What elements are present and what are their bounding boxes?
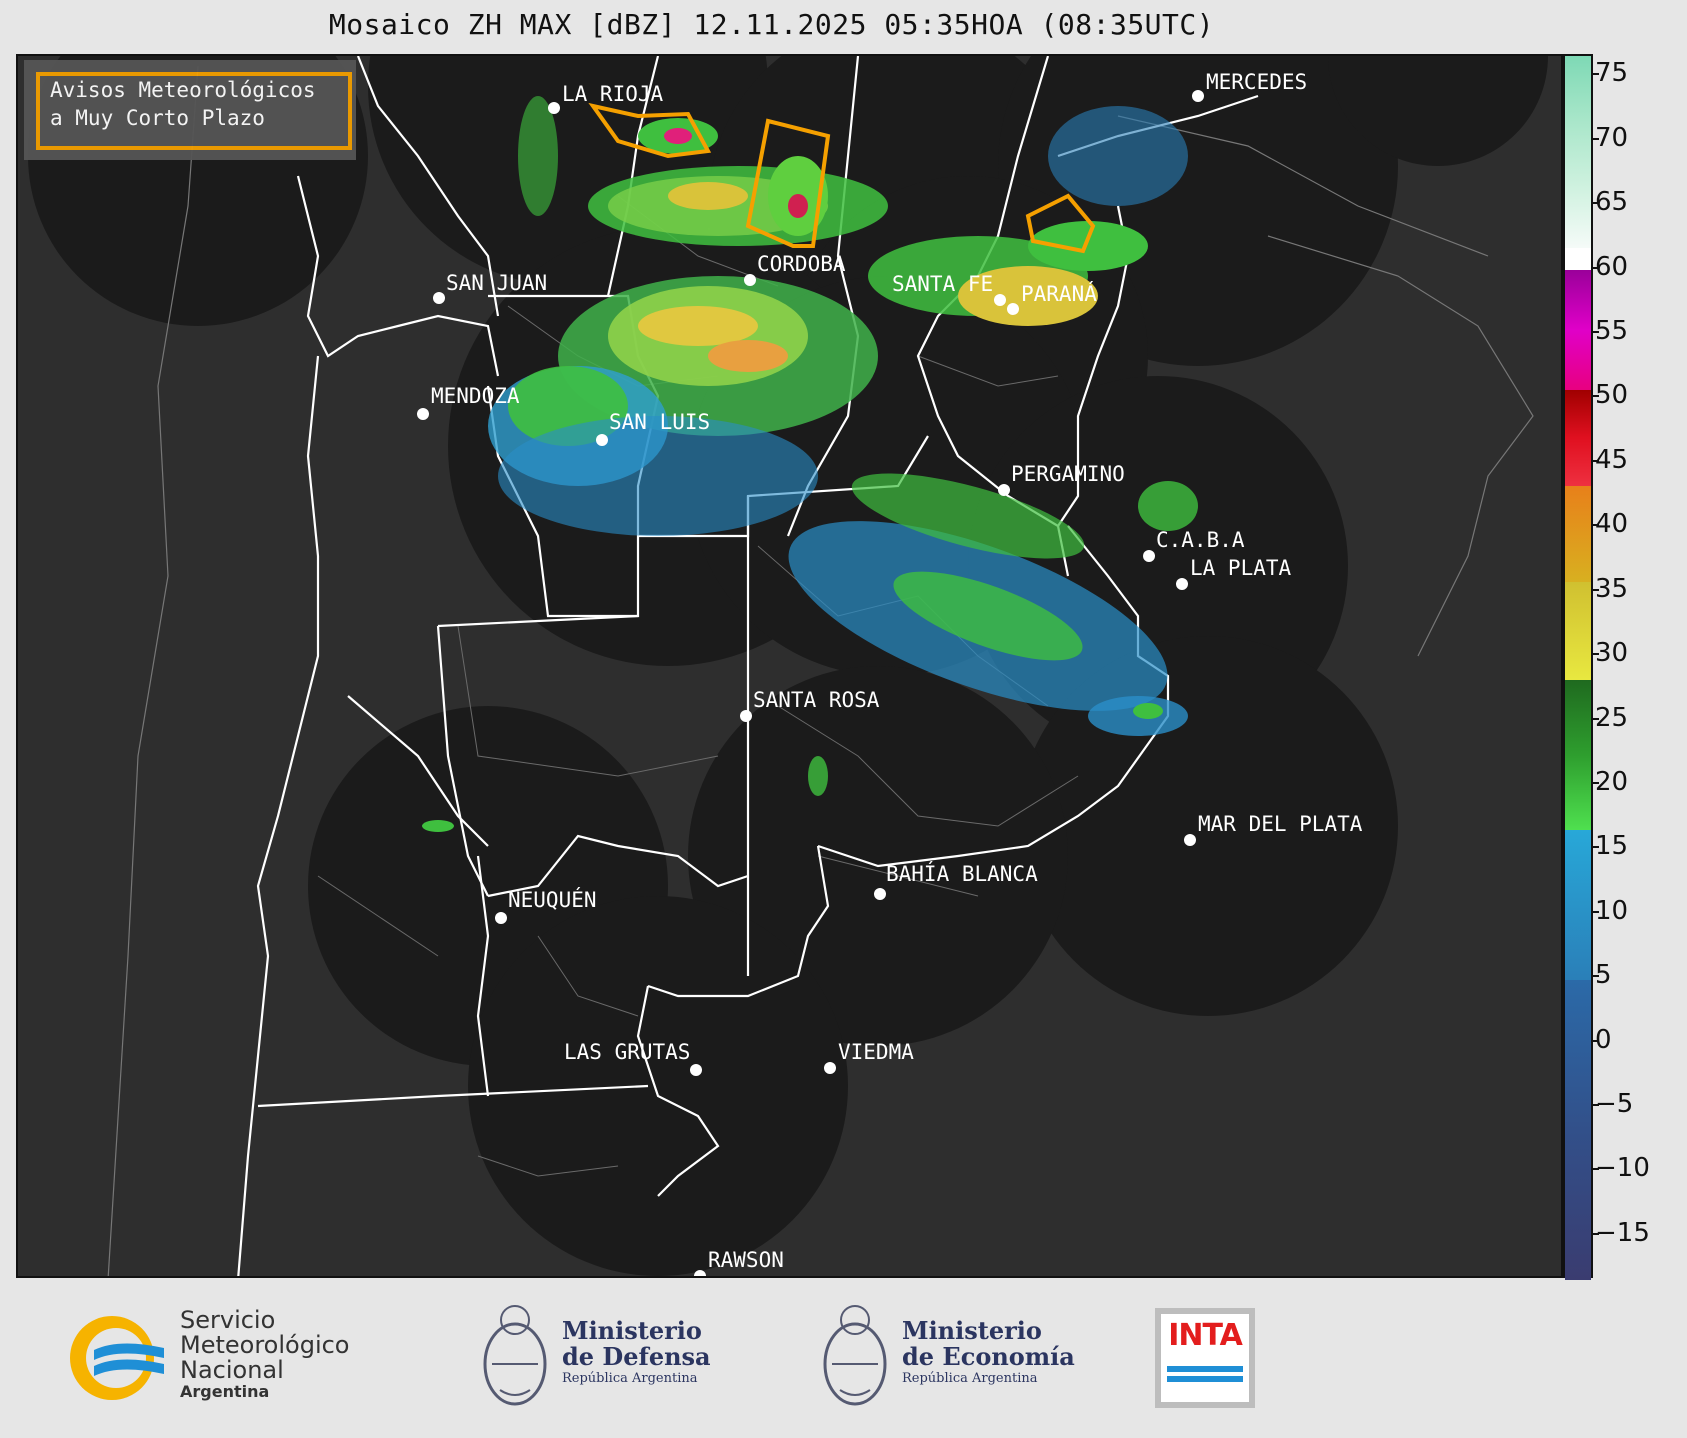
colorbar-tick-label: 0 <box>1591 1024 1612 1055</box>
city-label-la-plata: LA PLATA <box>1190 556 1292 580</box>
city-label-san-luis: SAN LUIS <box>609 410 711 434</box>
city-marker-san-luis[interactable] <box>596 434 608 446</box>
colorbar-tick-label: 5 <box>1591 960 1612 991</box>
city-label-bahia-blanca: BAHÍA BLANCA <box>886 862 1038 886</box>
smn-logo[interactable]: Servicio Meteorológico Nacional Argentin… <box>64 1308 384 1408</box>
city-label-las-grutas: LAS GRUTAS <box>564 1040 691 1064</box>
footer-logos: Servicio Meteorológico Nacional Argentin… <box>0 1280 1687 1438</box>
colorbar-tick-label: 35 <box>1590 573 1629 604</box>
city-label-santa-rosa: SANTA ROSA <box>753 688 880 712</box>
colorbar-tick-label: 40 <box>1590 509 1629 540</box>
smn-name-line1: Servicio <box>180 1306 276 1334</box>
colorbar-band <box>1565 184 1591 248</box>
colorbar-band <box>1565 390 1591 486</box>
city-marker-la-plata[interactable] <box>1176 578 1188 590</box>
colorbar-tick-label: 75 <box>1590 58 1629 89</box>
city-label-mendoza: MENDOZA <box>431 384 520 408</box>
colorbar-band <box>1565 680 1591 830</box>
coat-of-arms-icon <box>483 1305 547 1406</box>
colorbar-tick-label: −5 <box>1590 1089 1634 1120</box>
colorbar-tick-label: −10 <box>1591 1153 1650 1184</box>
city-marker-las-grutas[interactable] <box>690 1064 702 1076</box>
city-label-parana: PARANÁ <box>1021 282 1097 306</box>
ministerio-defensa-logo[interactable]: Ministerio de Defensa República Argentin… <box>480 1300 740 1420</box>
city-label-mercedes: MERCEDES <box>1206 70 1308 94</box>
city-label-caba: C.A.B.A <box>1156 528 1245 552</box>
economia-line1: Ministerio <box>902 1316 1042 1345</box>
colorbar-tick-label: 15 <box>1590 831 1629 862</box>
city-label-neuquen: NEUQUÉN <box>508 888 597 912</box>
city-marker-la-rioja[interactable] <box>548 102 560 114</box>
smn-name-line3: Nacional <box>180 1356 284 1384</box>
colorbar-tick-label: 70 <box>1590 122 1629 153</box>
city-marker-pergamino[interactable] <box>998 484 1010 496</box>
economia-line2: de Economía <box>902 1342 1075 1371</box>
smn-name-line2: Meteorológico <box>180 1331 350 1359</box>
dbz-colorbar <box>1563 54 1593 1280</box>
city-marker-parana[interactable] <box>1007 303 1019 315</box>
colorbar-tick-label: −15 <box>1591 1217 1650 1248</box>
map-title: Mosaico ZH MAX [dBZ] 12.11.2025 05:35HOA… <box>328 8 1215 41</box>
colorbar-band <box>1565 980 1591 1280</box>
colorbar-band <box>1565 486 1591 582</box>
city-marker-rawson[interactable] <box>694 1270 706 1276</box>
defensa-line3: República Argentina <box>562 1371 698 1386</box>
smn-emblem-icon <box>70 1316 164 1400</box>
city-marker-santa-fe[interactable] <box>994 294 1006 306</box>
city-marker-santa-rosa[interactable] <box>740 710 752 722</box>
colorbar-tick-label: 10 <box>1590 895 1629 926</box>
city-marker-viedma[interactable] <box>824 1062 836 1074</box>
city-label-santa-fe: SANTA FE <box>892 272 994 296</box>
radar-map[interactable]: Avisos Meteorológicos a Muy Corto Plazo … <box>16 54 1563 1278</box>
smn-name-line4: Argentina <box>180 1382 270 1401</box>
colorbar-band <box>1565 120 1591 184</box>
city-label-cordoba: CORDOBA <box>757 252 846 276</box>
city-marker-caba[interactable] <box>1143 550 1155 562</box>
city-label-rawson: RAWSON <box>708 1248 784 1272</box>
colorbar-tick-label: 20 <box>1590 766 1629 797</box>
city-marker-mercedes[interactable] <box>1192 90 1204 102</box>
city-label-san-juan: SAN JUAN <box>446 271 548 295</box>
colorbar-band <box>1565 582 1591 680</box>
city-marker-bahia-blanca[interactable] <box>874 888 886 900</box>
coat-of-arms-icon <box>823 1305 887 1406</box>
city-label-mar-del-plata: MAR DEL PLATA <box>1198 812 1363 836</box>
warning-legend: Avisos Meteorológicos a Muy Corto Plazo <box>24 60 356 160</box>
colorbar-band <box>1565 248 1591 270</box>
city-marker-mar-del-plata[interactable] <box>1184 834 1196 846</box>
colorbar-tick-label: 55 <box>1590 316 1629 346</box>
city-label-la-rioja: LA RIOJA <box>562 82 664 106</box>
city-marker-san-juan[interactable] <box>433 292 445 304</box>
colorbar-tick-label: 25 <box>1590 702 1629 733</box>
defensa-line2: de Defensa <box>562 1342 711 1371</box>
city-marker-neuquen[interactable] <box>495 912 507 924</box>
inta-label: INTA <box>1168 1318 1243 1353</box>
economia-line3: República Argentina <box>902 1371 1038 1386</box>
colorbar-tick-label: 50 <box>1590 380 1629 411</box>
colorbar-tick-label: 60 <box>1590 251 1629 282</box>
radar-map-canvas <box>28 56 1548 1276</box>
colorbar-band <box>1565 830 1591 980</box>
colorbar-tick-label: 30 <box>1590 638 1629 669</box>
colorbar-band <box>1565 270 1591 390</box>
inta-logo[interactable]: INTA <box>1155 1308 1255 1408</box>
city-label-viedma: VIEDMA <box>838 1040 914 1064</box>
city-marker-mendoza[interactable] <box>417 408 429 420</box>
colorbar-tick-label: 45 <box>1590 444 1629 475</box>
defensa-line1: Ministerio <box>562 1316 702 1345</box>
warning-legend-line2: a Muy Corto Plazo <box>50 106 265 130</box>
city-label-pergamino: PERGAMINO <box>1011 462 1125 486</box>
warning-legend-line1: Avisos Meteorológicos <box>50 78 316 102</box>
colorbar-tick-label: 65 <box>1590 187 1629 218</box>
city-marker-cordoba[interactable] <box>744 274 756 286</box>
warning-legend-frame: Avisos Meteorológicos a Muy Corto Plazo <box>36 72 352 150</box>
colorbar-band <box>1565 56 1591 120</box>
ministerio-economia-logo[interactable]: Ministerio de Economía República Argenti… <box>820 1300 1080 1420</box>
